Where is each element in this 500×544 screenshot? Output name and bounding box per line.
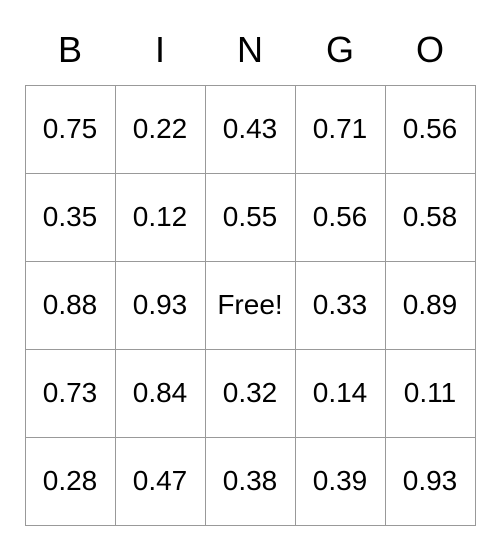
bingo-cell[interactable]: 0.56 xyxy=(295,173,385,261)
bingo-cell[interactable]: 0.71 xyxy=(295,85,385,173)
bingo-cell[interactable]: 0.89 xyxy=(385,261,475,349)
bingo-header-o: O xyxy=(385,19,475,86)
bingo-header-n: N xyxy=(205,19,295,86)
bingo-cell[interactable]: 0.75 xyxy=(25,85,115,173)
bingo-card: B I N G O 0.75 0.22 0.43 0.71 0.56 0.35 … xyxy=(25,19,476,526)
bingo-cell[interactable]: 0.11 xyxy=(385,349,475,437)
bingo-cell[interactable]: 0.12 xyxy=(115,173,205,261)
bingo-cell[interactable]: 0.47 xyxy=(115,437,205,525)
bingo-cell[interactable]: 0.58 xyxy=(385,173,475,261)
bingo-cell[interactable]: 0.93 xyxy=(385,437,475,525)
bingo-cell-free[interactable]: Free! xyxy=(205,261,295,349)
bingo-cell[interactable]: 0.22 xyxy=(115,85,205,173)
bingo-row: 0.28 0.47 0.38 0.39 0.93 xyxy=(25,437,475,525)
bingo-cell[interactable]: 0.28 xyxy=(25,437,115,525)
bingo-cell[interactable]: 0.38 xyxy=(205,437,295,525)
bingo-cell[interactable]: 0.35 xyxy=(25,173,115,261)
bingo-cell[interactable]: 0.56 xyxy=(385,85,475,173)
bingo-cell[interactable]: 0.14 xyxy=(295,349,385,437)
bingo-row: 0.75 0.22 0.43 0.71 0.56 xyxy=(25,85,475,173)
bingo-cell[interactable]: 0.73 xyxy=(25,349,115,437)
bingo-header-g: G xyxy=(295,19,385,86)
bingo-cell[interactable]: 0.43 xyxy=(205,85,295,173)
bingo-header-row: B I N G O xyxy=(25,19,475,86)
bingo-cell[interactable]: 0.88 xyxy=(25,261,115,349)
bingo-cell[interactable]: 0.55 xyxy=(205,173,295,261)
bingo-row: 0.73 0.84 0.32 0.14 0.11 xyxy=(25,349,475,437)
bingo-header-i: I xyxy=(115,19,205,86)
bingo-row: 0.35 0.12 0.55 0.56 0.58 xyxy=(25,173,475,261)
bingo-row: 0.88 0.93 Free! 0.33 0.89 xyxy=(25,261,475,349)
bingo-header-b: B xyxy=(25,19,115,86)
bingo-cell[interactable]: 0.33 xyxy=(295,261,385,349)
bingo-cell[interactable]: 0.84 xyxy=(115,349,205,437)
bingo-cell[interactable]: 0.32 xyxy=(205,349,295,437)
bingo-cell[interactable]: 0.39 xyxy=(295,437,385,525)
bingo-cell[interactable]: 0.93 xyxy=(115,261,205,349)
